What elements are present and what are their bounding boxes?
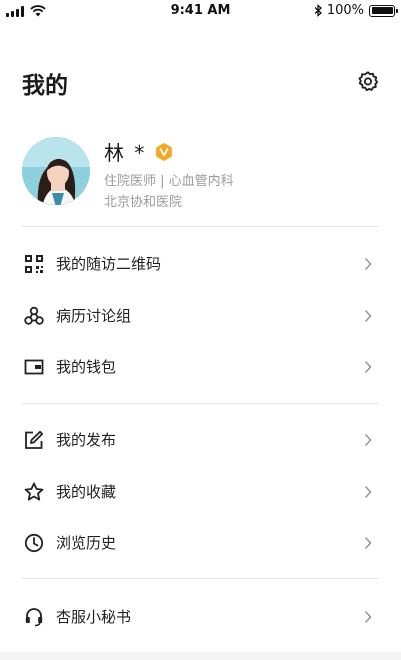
menu-label-wallet: 我的钱包 — [56, 358, 117, 376]
menu-label-history: 浏览历史 — [56, 534, 117, 552]
divider — [22, 226, 379, 227]
menu-label-case-group: 病历讨论组 — [56, 307, 132, 325]
menu-item-customer-service[interactable]: 杏服小秘书 — [0, 591, 401, 642]
menu-label-qr-code: 我的随访二维码 — [56, 255, 162, 273]
group-nodes-icon — [24, 306, 44, 325]
page-title: 我的 — [22, 73, 68, 99]
status-right: 100% — [314, 3, 398, 18]
battery-icon — [369, 4, 398, 17]
battery-percent: 100% — [326, 3, 364, 18]
chevron-right-icon — [364, 309, 372, 322]
user-hospital: 北京协和医院 — [104, 195, 183, 210]
menu-item-favorites[interactable]: 我的收藏 — [0, 466, 401, 517]
chevron-right-icon — [364, 433, 372, 446]
chevron-right-icon — [364, 610, 372, 623]
verified-badge-icon — [156, 142, 173, 161]
menu-item-wallet[interactable]: 我的钱包 — [0, 341, 401, 392]
chevron-right-icon — [364, 360, 372, 373]
bottom-divider — [0, 652, 401, 660]
user-title: 住院医师 | 心血管内科 — [104, 174, 234, 189]
wallet-icon — [24, 359, 44, 374]
menu-item-qr-code[interactable]: 我的随访二维码 — [0, 238, 401, 289]
chevron-right-icon — [364, 536, 372, 549]
clock-icon — [24, 533, 44, 552]
chevron-right-icon — [364, 485, 372, 498]
divider — [22, 578, 379, 579]
edit-icon — [25, 430, 44, 449]
user-name-row: 林 * — [104, 137, 174, 166]
menu-item-case-group[interactable]: 病历讨论组 — [0, 290, 401, 341]
menu-label-posts: 我的发布 — [56, 431, 117, 449]
status-bar: 9:41 AM 100% — [0, 0, 401, 24]
menu-label-favorites: 我的收藏 — [56, 483, 117, 501]
bluetooth-icon — [314, 4, 322, 17]
menu-item-posts[interactable]: 我的发布 — [0, 414, 401, 465]
divider — [22, 403, 379, 404]
headset-icon — [25, 607, 43, 626]
chevron-right-icon — [364, 257, 372, 270]
menu-label-customer-service: 杏服小秘书 — [56, 608, 132, 626]
avatar[interactable] — [22, 137, 90, 205]
menu-item-history[interactable]: 浏览历史 — [0, 517, 401, 568]
qr-code-icon — [25, 254, 43, 273]
star-icon — [24, 482, 44, 500]
avatar-photo — [22, 137, 90, 205]
user-name: 林 * — [104, 141, 147, 165]
settings-gear-icon[interactable] — [357, 70, 379, 92]
